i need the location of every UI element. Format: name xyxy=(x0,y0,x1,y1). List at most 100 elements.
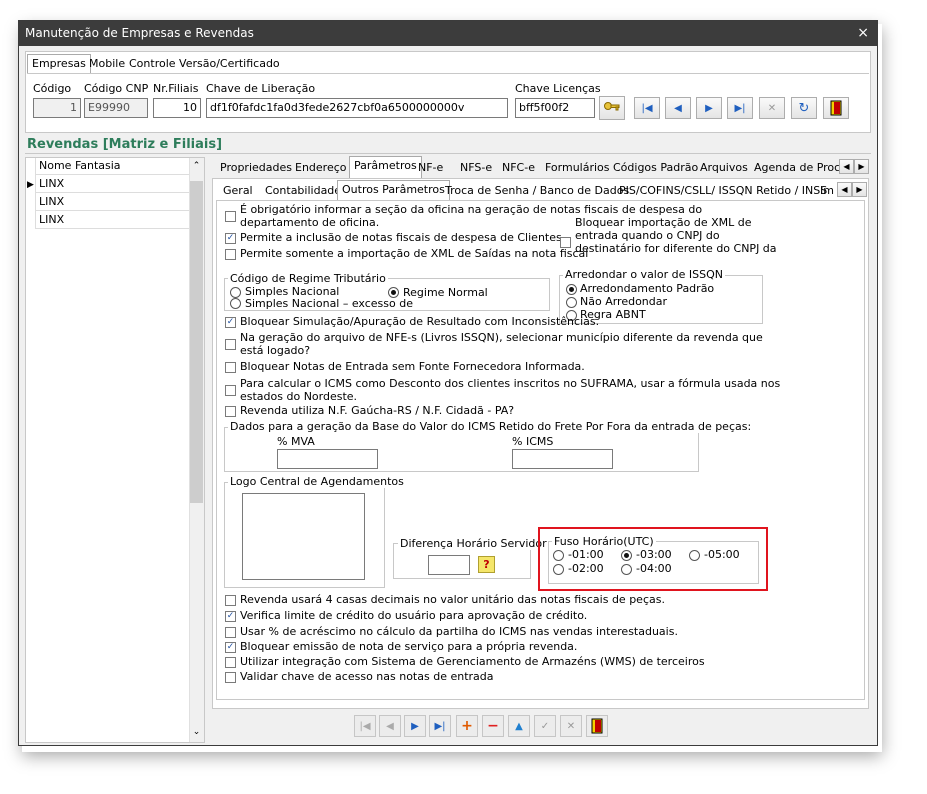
tab-nfce[interactable]: NFC-e xyxy=(498,159,539,178)
check-nfes-municipio-label: Na geração do arquivo de NFE-s (Livros I… xyxy=(240,331,763,344)
list-item[interactable]: LINX xyxy=(35,211,189,229)
check-nfes-municipio[interactable] xyxy=(225,339,236,350)
cancel-icon[interactable]: ✕ xyxy=(759,97,785,119)
regime-normal-radio[interactable] xyxy=(388,287,399,298)
check-bloquear-simulacao[interactable]: ✓ xyxy=(225,317,236,328)
icms-field[interactable] xyxy=(512,449,613,469)
fuso-0500-radio[interactable] xyxy=(689,550,700,561)
logo-image-box[interactable] xyxy=(242,493,365,580)
tab-scroll-left-icon[interactable]: ◀ xyxy=(839,159,854,174)
cancel-icon[interactable]: ✕ xyxy=(560,715,582,737)
prior-icon[interactable]: ◀ xyxy=(665,97,691,119)
tab-agenda[interactable]: Agenda de Proces xyxy=(750,159,839,178)
refresh-icon[interactable]: ↻ xyxy=(791,97,817,119)
first-icon[interactable]: |◀ xyxy=(354,715,376,737)
exit-icon[interactable] xyxy=(823,97,849,119)
check-nf-gaucha[interactable] xyxy=(225,406,236,417)
nr-filiais-field[interactable]: 10 xyxy=(153,98,201,118)
chave-licencas-field[interactable]: bff5f00f2 xyxy=(515,98,595,118)
check-suframa[interactable] xyxy=(225,385,236,396)
delete-icon[interactable]: − xyxy=(482,715,504,737)
check-partilha-icms[interactable] xyxy=(225,627,236,638)
regime-excesso-label: Simples Nacional – excesso de xyxy=(245,297,413,310)
tab-mobile[interactable]: Mobile xyxy=(85,55,129,74)
tab-parametros[interactable]: Parâmetros xyxy=(349,156,422,178)
issqn-padrao-radio[interactable] xyxy=(566,284,577,295)
check-wms[interactable] xyxy=(225,657,236,668)
check-xml-saidas[interactable] xyxy=(225,249,236,260)
codigo-field[interactable]: 1 xyxy=(33,98,81,118)
tab-formularios[interactable]: Formulários xyxy=(541,159,614,178)
check-bloquear-simulacao-label: Bloquear Simulação/Apuração de Resultado… xyxy=(240,315,600,328)
fuso-0100-radio[interactable] xyxy=(553,550,564,561)
tab-controle-versao[interactable]: Controle Versão/Certificado xyxy=(125,55,284,74)
scroll-up-icon[interactable]: ⌃ xyxy=(190,161,203,171)
fuso-title: Fuso Horário(UTC) xyxy=(552,535,656,548)
regime-excesso-radio[interactable] xyxy=(230,298,241,309)
tab-propriedades[interactable]: Propriedades xyxy=(216,159,296,178)
edit-icon[interactable]: ▲ xyxy=(508,715,530,737)
subtab-scroll-left-icon[interactable]: ◀ xyxy=(837,182,852,197)
next-icon[interactable]: ▶ xyxy=(696,97,722,119)
subtab-im[interactable]: Im xyxy=(816,182,838,201)
check-limite-credito[interactable]: ✓ xyxy=(225,611,236,622)
insert-icon[interactable]: + xyxy=(456,715,478,737)
tab-empresas[interactable]: Empresas xyxy=(27,54,91,74)
next-icon[interactable]: ▶ xyxy=(404,715,426,737)
column-header-nome-fantasia[interactable]: Nome Fantasia xyxy=(35,158,189,175)
close-button[interactable]: × xyxy=(857,21,869,46)
issqn-nao-radio[interactable] xyxy=(566,297,577,308)
codigo-cnp-field[interactable]: E99990 xyxy=(84,98,148,118)
last-icon[interactable]: ▶| xyxy=(429,715,451,737)
check-notas-entrada-label: Bloquear Notas de Entrada sem Fonte Forn… xyxy=(240,360,585,373)
check-despesa-clientes[interactable]: ✓ xyxy=(225,233,236,244)
scroll-thumb[interactable] xyxy=(190,181,203,503)
tab-codigos-padrao[interactable]: Códigos Padrão xyxy=(609,159,702,178)
check-despesa-clientes-label: Permite a inclusão de notas fiscais de d… xyxy=(240,231,566,244)
subtab-pis-cofins[interactable]: PIS/COFINS/CSLL/ ISSQN Retido / INSS xyxy=(615,182,831,201)
check-4-casas[interactable] xyxy=(225,595,236,606)
post-icon[interactable]: ✓ xyxy=(534,715,556,737)
check-secao-oficina[interactable] xyxy=(225,211,236,222)
check-chave-acesso-label: Validar chave de acesso nas notas de ent… xyxy=(240,670,494,683)
frete-title: Dados para a geração da Base do Valor do… xyxy=(228,420,754,433)
mva-label: % MVA xyxy=(277,435,315,448)
last-icon[interactable]: ▶| xyxy=(727,97,753,119)
tab-endereco[interactable]: Endereço xyxy=(291,159,351,178)
subtab-outros-parametros[interactable]: Outros Parâmetros xyxy=(337,180,450,201)
prior-icon[interactable]: ◀ xyxy=(379,715,401,737)
icms-label: % ICMS xyxy=(512,435,554,448)
subtab-troca-senha[interactable]: Troca de Senha / Banco de Dados xyxy=(441,182,633,201)
scroll-down-icon[interactable]: ⌄ xyxy=(190,727,203,737)
revendas-list xyxy=(25,157,205,743)
mva-field[interactable] xyxy=(277,449,378,469)
list-item[interactable]: LINX xyxy=(35,193,189,211)
check-notas-entrada[interactable] xyxy=(225,362,236,373)
check-bloquear-xml[interactable] xyxy=(560,237,571,248)
list-item[interactable]: LINX xyxy=(35,175,189,193)
subtab-scroll-right-icon[interactable]: ▶ xyxy=(852,182,867,197)
regime-simples-radio[interactable] xyxy=(230,287,241,298)
fuso-0300-radio[interactable] xyxy=(621,550,632,561)
fuso-0200-radio[interactable] xyxy=(553,564,564,575)
check-nota-servico[interactable]: ✓ xyxy=(225,642,236,653)
first-icon[interactable]: |◀ xyxy=(634,97,660,119)
fuso-0200-label: -02:00 xyxy=(568,562,604,575)
fuso-0400-radio[interactable] xyxy=(621,564,632,575)
tab-nfe[interactable]: NF-e xyxy=(414,159,447,178)
exit-icon[interactable] xyxy=(586,715,608,737)
check-chave-acesso[interactable] xyxy=(225,672,236,683)
tab-arquivos[interactable]: Arquivos xyxy=(696,159,752,178)
check-suframa-label: Para calcular o ICMS como Desconto dos c… xyxy=(240,377,781,390)
check-nfes-municipio-label2: está logado? xyxy=(240,344,311,357)
subtab-contabilidade[interactable]: Contabilidade xyxy=(261,182,345,201)
key-icon[interactable] xyxy=(599,96,625,120)
diferenca-field[interactable] xyxy=(428,555,470,575)
regime-normal-label: Regime Normal xyxy=(403,286,488,299)
check-nota-servico-label: Bloquear emissão de nota de serviço para… xyxy=(240,640,578,653)
tab-scroll-right-icon[interactable]: ▶ xyxy=(854,159,869,174)
tab-nfse[interactable]: NFS-e xyxy=(456,159,496,178)
subtab-geral[interactable]: Geral xyxy=(219,182,257,201)
chave-liberacao-field[interactable]: df1f0fafdc1fa0d3fede2627cbf0a6500000000v xyxy=(206,98,508,118)
help-icon[interactable]: ? xyxy=(478,556,495,573)
